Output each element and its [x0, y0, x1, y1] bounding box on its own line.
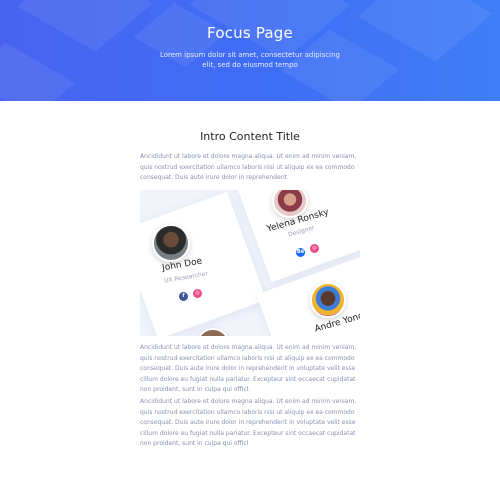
avatar [152, 224, 190, 262]
intro-paragraph: Ancididunt ut labore et dolore magna ali… [140, 153, 357, 181]
avatar [196, 328, 230, 336]
hero-decoration [0, 42, 76, 101]
avatar [310, 282, 346, 318]
behance-icon[interactable]: Bē [296, 248, 305, 257]
content-title: Intro Content Title [200, 130, 300, 143]
facebook-icon[interactable]: f [179, 292, 188, 301]
body-paragraph: Ancididunt ut labore et dolore magna ali… [140, 398, 357, 447]
dribbble-icon[interactable]: ◎ [193, 289, 202, 298]
hero-banner: Focus Page Lorem ipsum dolor sit amet, c… [0, 0, 500, 101]
body-paragraph: Ancididunt ut labore et dolore magna ali… [140, 344, 357, 393]
page-title: Focus Page [207, 24, 293, 42]
dribbble-icon[interactable]: ◎ [310, 244, 319, 253]
hero-subtitle: Lorem ipsum dolor sit amet, consectetur … [160, 51, 340, 69]
team-cards-image: John Doe UX Researcher f ◎ Yelena Ronsky… [140, 190, 360, 336]
